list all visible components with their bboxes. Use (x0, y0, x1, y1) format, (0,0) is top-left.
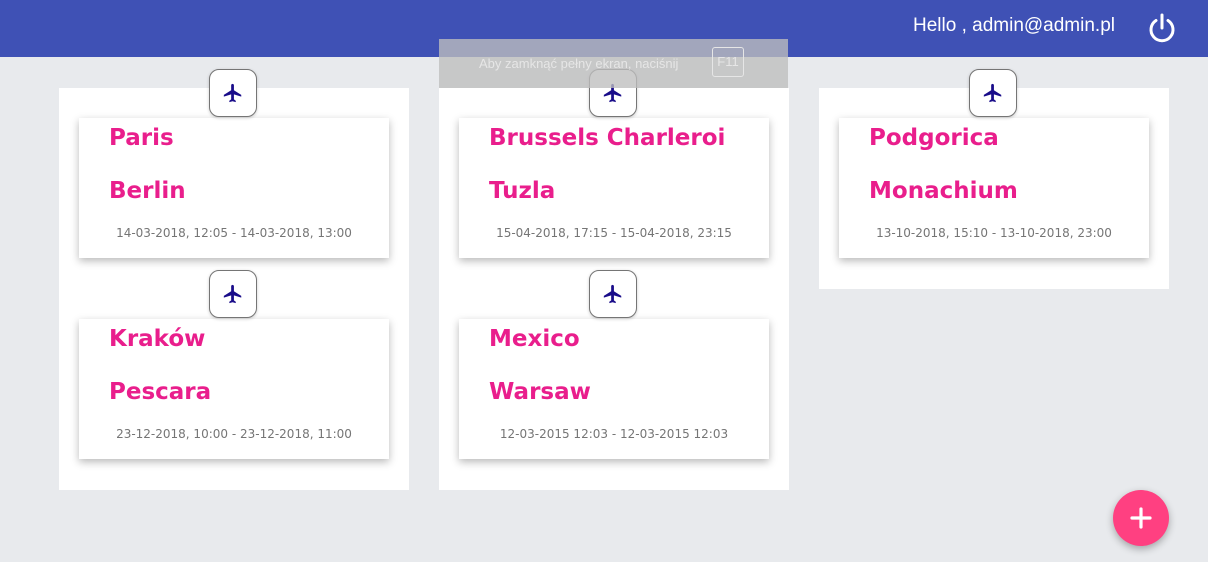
power-icon (1149, 13, 1175, 43)
fullscreen-key-hint: F11 (712, 47, 744, 77)
flight-time-range: 15-04-2018, 17:15 - 15-04-2018, 23:15 (496, 226, 732, 240)
flight-badge (209, 270, 257, 318)
flight-card[interactable]: Brussels Charleroi Tuzla 15-04-2018, 17:… (459, 118, 769, 258)
plus-icon (1130, 507, 1152, 529)
flight-time-range: 13-10-2018, 15:10 - 13-10-2018, 23:00 (876, 226, 1112, 240)
flight-time-range: 23-12-2018, 10:00 - 23-12-2018, 11:00 (116, 427, 352, 441)
flight-time-range: 12-03-2015 12:03 - 12-03-2015 12:03 (499, 427, 729, 441)
flight-card[interactable]: Kraków Pescara 23-12-2018, 10:00 - 23-12… (79, 319, 389, 459)
arrival-city: Tuzla (489, 178, 556, 204)
departure-city: Paris (109, 125, 174, 151)
flight-badge (209, 69, 257, 117)
add-flight-button[interactable] (1113, 490, 1169, 546)
flight-column-3: Podgorica Monachium 13-10-2018, 15:10 - … (819, 88, 1169, 289)
airplane-icon (223, 284, 242, 304)
arrival-city: Warsaw (489, 379, 591, 405)
flight-badge (969, 69, 1017, 117)
arrival-city: Pescara (109, 379, 212, 405)
arrival-city: Berlin (109, 178, 186, 204)
fullscreen-notice: Aby zamknąć pełny ekran, naciśnij F11 (439, 39, 788, 88)
departure-city: Kraków (109, 326, 206, 352)
airplane-icon (603, 284, 622, 304)
logout-button[interactable] (1145, 11, 1179, 45)
user-greeting: Hello , admin@admin.pl (913, 15, 1115, 36)
airplane-icon (983, 83, 1002, 103)
flight-card[interactable]: Mexico Warsaw 12-03-2015 12:03 - 12-03-2… (459, 319, 769, 459)
fullscreen-notice-text: Aby zamknąć pełny ekran, naciśnij (479, 56, 679, 71)
departure-city: Brussels Charleroi (489, 125, 726, 151)
departure-city: Mexico (489, 326, 580, 352)
arrival-city: Monachium (869, 178, 1018, 204)
flight-card[interactable]: Podgorica Monachium 13-10-2018, 15:10 - … (839, 118, 1149, 258)
flight-badge (589, 270, 637, 318)
flight-card[interactable]: Paris Berlin 14-03-2018, 12:05 - 14-03-2… (79, 118, 389, 258)
airplane-icon (223, 83, 242, 103)
flight-time-range: 14-03-2018, 12:05 - 14-03-2018, 13:00 (116, 226, 352, 240)
departure-city: Podgorica (869, 125, 999, 151)
